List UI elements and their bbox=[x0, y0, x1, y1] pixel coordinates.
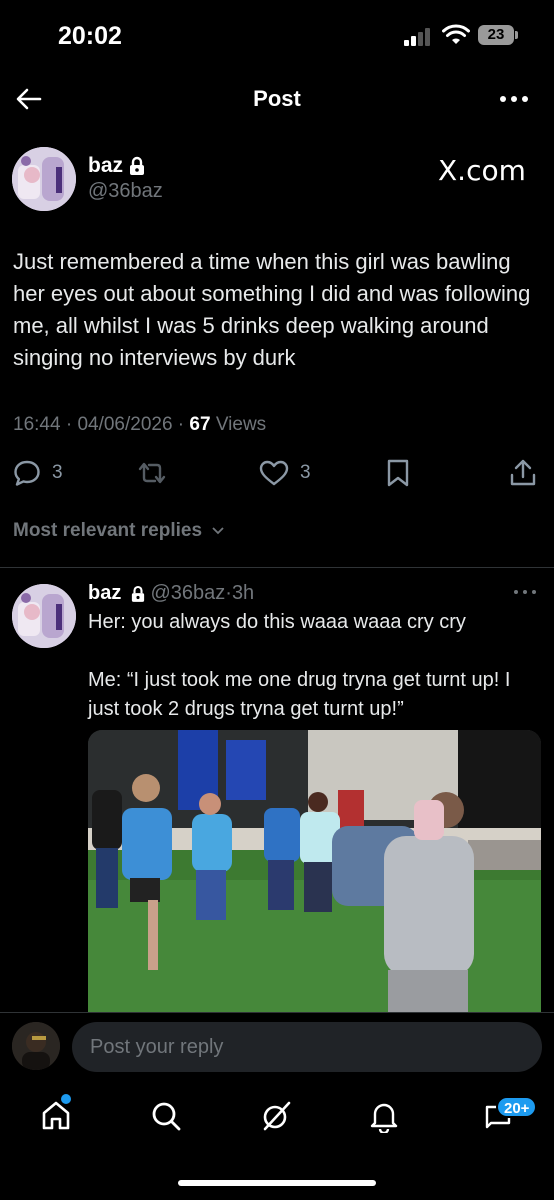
reply-author-name[interactable]: baz bbox=[88, 582, 121, 604]
replies-sort-label: Most relevant replies bbox=[13, 520, 203, 541]
status-time: 20:02 bbox=[58, 22, 122, 50]
page-title: Post bbox=[253, 86, 301, 111]
reply-line: Me: “I just took me one drug tryna get t… bbox=[88, 669, 511, 720]
comment-icon bbox=[14, 460, 40, 486]
more-horizontal-icon[interactable] bbox=[498, 84, 530, 114]
author-name[interactable]: baz bbox=[88, 154, 145, 178]
nav-search[interactable] bbox=[144, 1094, 188, 1138]
current-user-avatar[interactable] bbox=[12, 1022, 60, 1070]
messages-badge: 20+ bbox=[496, 1096, 538, 1118]
like-button[interactable]: 3 bbox=[258, 456, 311, 490]
home-notification-dot bbox=[61, 1094, 71, 1104]
reply-line: Her: you always do this waaa waaa cry cr… bbox=[88, 611, 466, 633]
search-icon bbox=[152, 1102, 181, 1131]
home-indicator bbox=[178, 1180, 376, 1186]
share-icon bbox=[510, 459, 536, 486]
reply-avatar[interactable] bbox=[12, 584, 76, 648]
post-time: 16:44 bbox=[13, 414, 61, 435]
battery-indicator: 23 bbox=[478, 25, 518, 45]
bookmark-button[interactable] bbox=[384, 456, 412, 490]
wifi-icon bbox=[442, 24, 470, 44]
post-meta: 16:44 · 04/06/2026 · 67 Views bbox=[13, 414, 267, 435]
chevron-down-icon bbox=[212, 527, 224, 535]
author-handle[interactable]: @36baz bbox=[88, 180, 163, 203]
avatar-image bbox=[12, 584, 76, 648]
avatar[interactable] bbox=[12, 147, 76, 211]
reply-author-handle[interactable]: @36baz bbox=[150, 582, 225, 604]
views-count: 67 bbox=[189, 414, 211, 435]
reply-button[interactable]: 3 bbox=[12, 456, 63, 490]
repost-button[interactable] bbox=[136, 456, 168, 490]
author-name-text: baz bbox=[88, 154, 124, 177]
share-button[interactable] bbox=[508, 456, 538, 490]
nav-notifications[interactable] bbox=[362, 1094, 406, 1138]
grok-icon bbox=[263, 1101, 291, 1131]
brand-watermark: X.com bbox=[438, 154, 526, 187]
status-bar: 20:02 23 bbox=[0, 0, 554, 70]
post-actions: 3 3 bbox=[0, 456, 554, 492]
post-date: 04/06/2026 bbox=[77, 414, 173, 435]
bell-icon bbox=[370, 1103, 398, 1133]
more-horizontal-icon[interactable] bbox=[512, 584, 538, 600]
nav-grok[interactable] bbox=[254, 1094, 298, 1138]
lock-icon bbox=[130, 157, 145, 176]
reply-count: 3 bbox=[52, 462, 63, 483]
reply-header: baz @36baz·3h bbox=[88, 582, 255, 604]
divider bbox=[0, 567, 554, 568]
avatar-image bbox=[12, 147, 76, 211]
lock-icon bbox=[131, 585, 145, 602]
home-icon bbox=[42, 1101, 70, 1130]
replies-sort-dropdown[interactable]: Most relevant replies bbox=[13, 520, 225, 542]
signal-icon bbox=[404, 28, 434, 46]
nav-home[interactable] bbox=[34, 1094, 78, 1138]
reply-media-gif[interactable] bbox=[88, 730, 541, 1012]
gif-image bbox=[88, 730, 541, 1012]
repost-icon bbox=[138, 462, 166, 484]
views-label: Views bbox=[215, 414, 267, 435]
heart-icon bbox=[259, 460, 289, 486]
reply-input[interactable]: Post your reply bbox=[72, 1022, 542, 1072]
bookmark-icon bbox=[387, 459, 409, 487]
bottom-nav bbox=[0, 1092, 554, 1152]
reply-time: 3h bbox=[231, 582, 255, 604]
post-text: Just remembered a time when this girl wa… bbox=[13, 249, 531, 370]
avatar-image bbox=[12, 1022, 60, 1070]
top-bar: Post bbox=[0, 70, 554, 128]
like-count: 3 bbox=[300, 462, 311, 483]
